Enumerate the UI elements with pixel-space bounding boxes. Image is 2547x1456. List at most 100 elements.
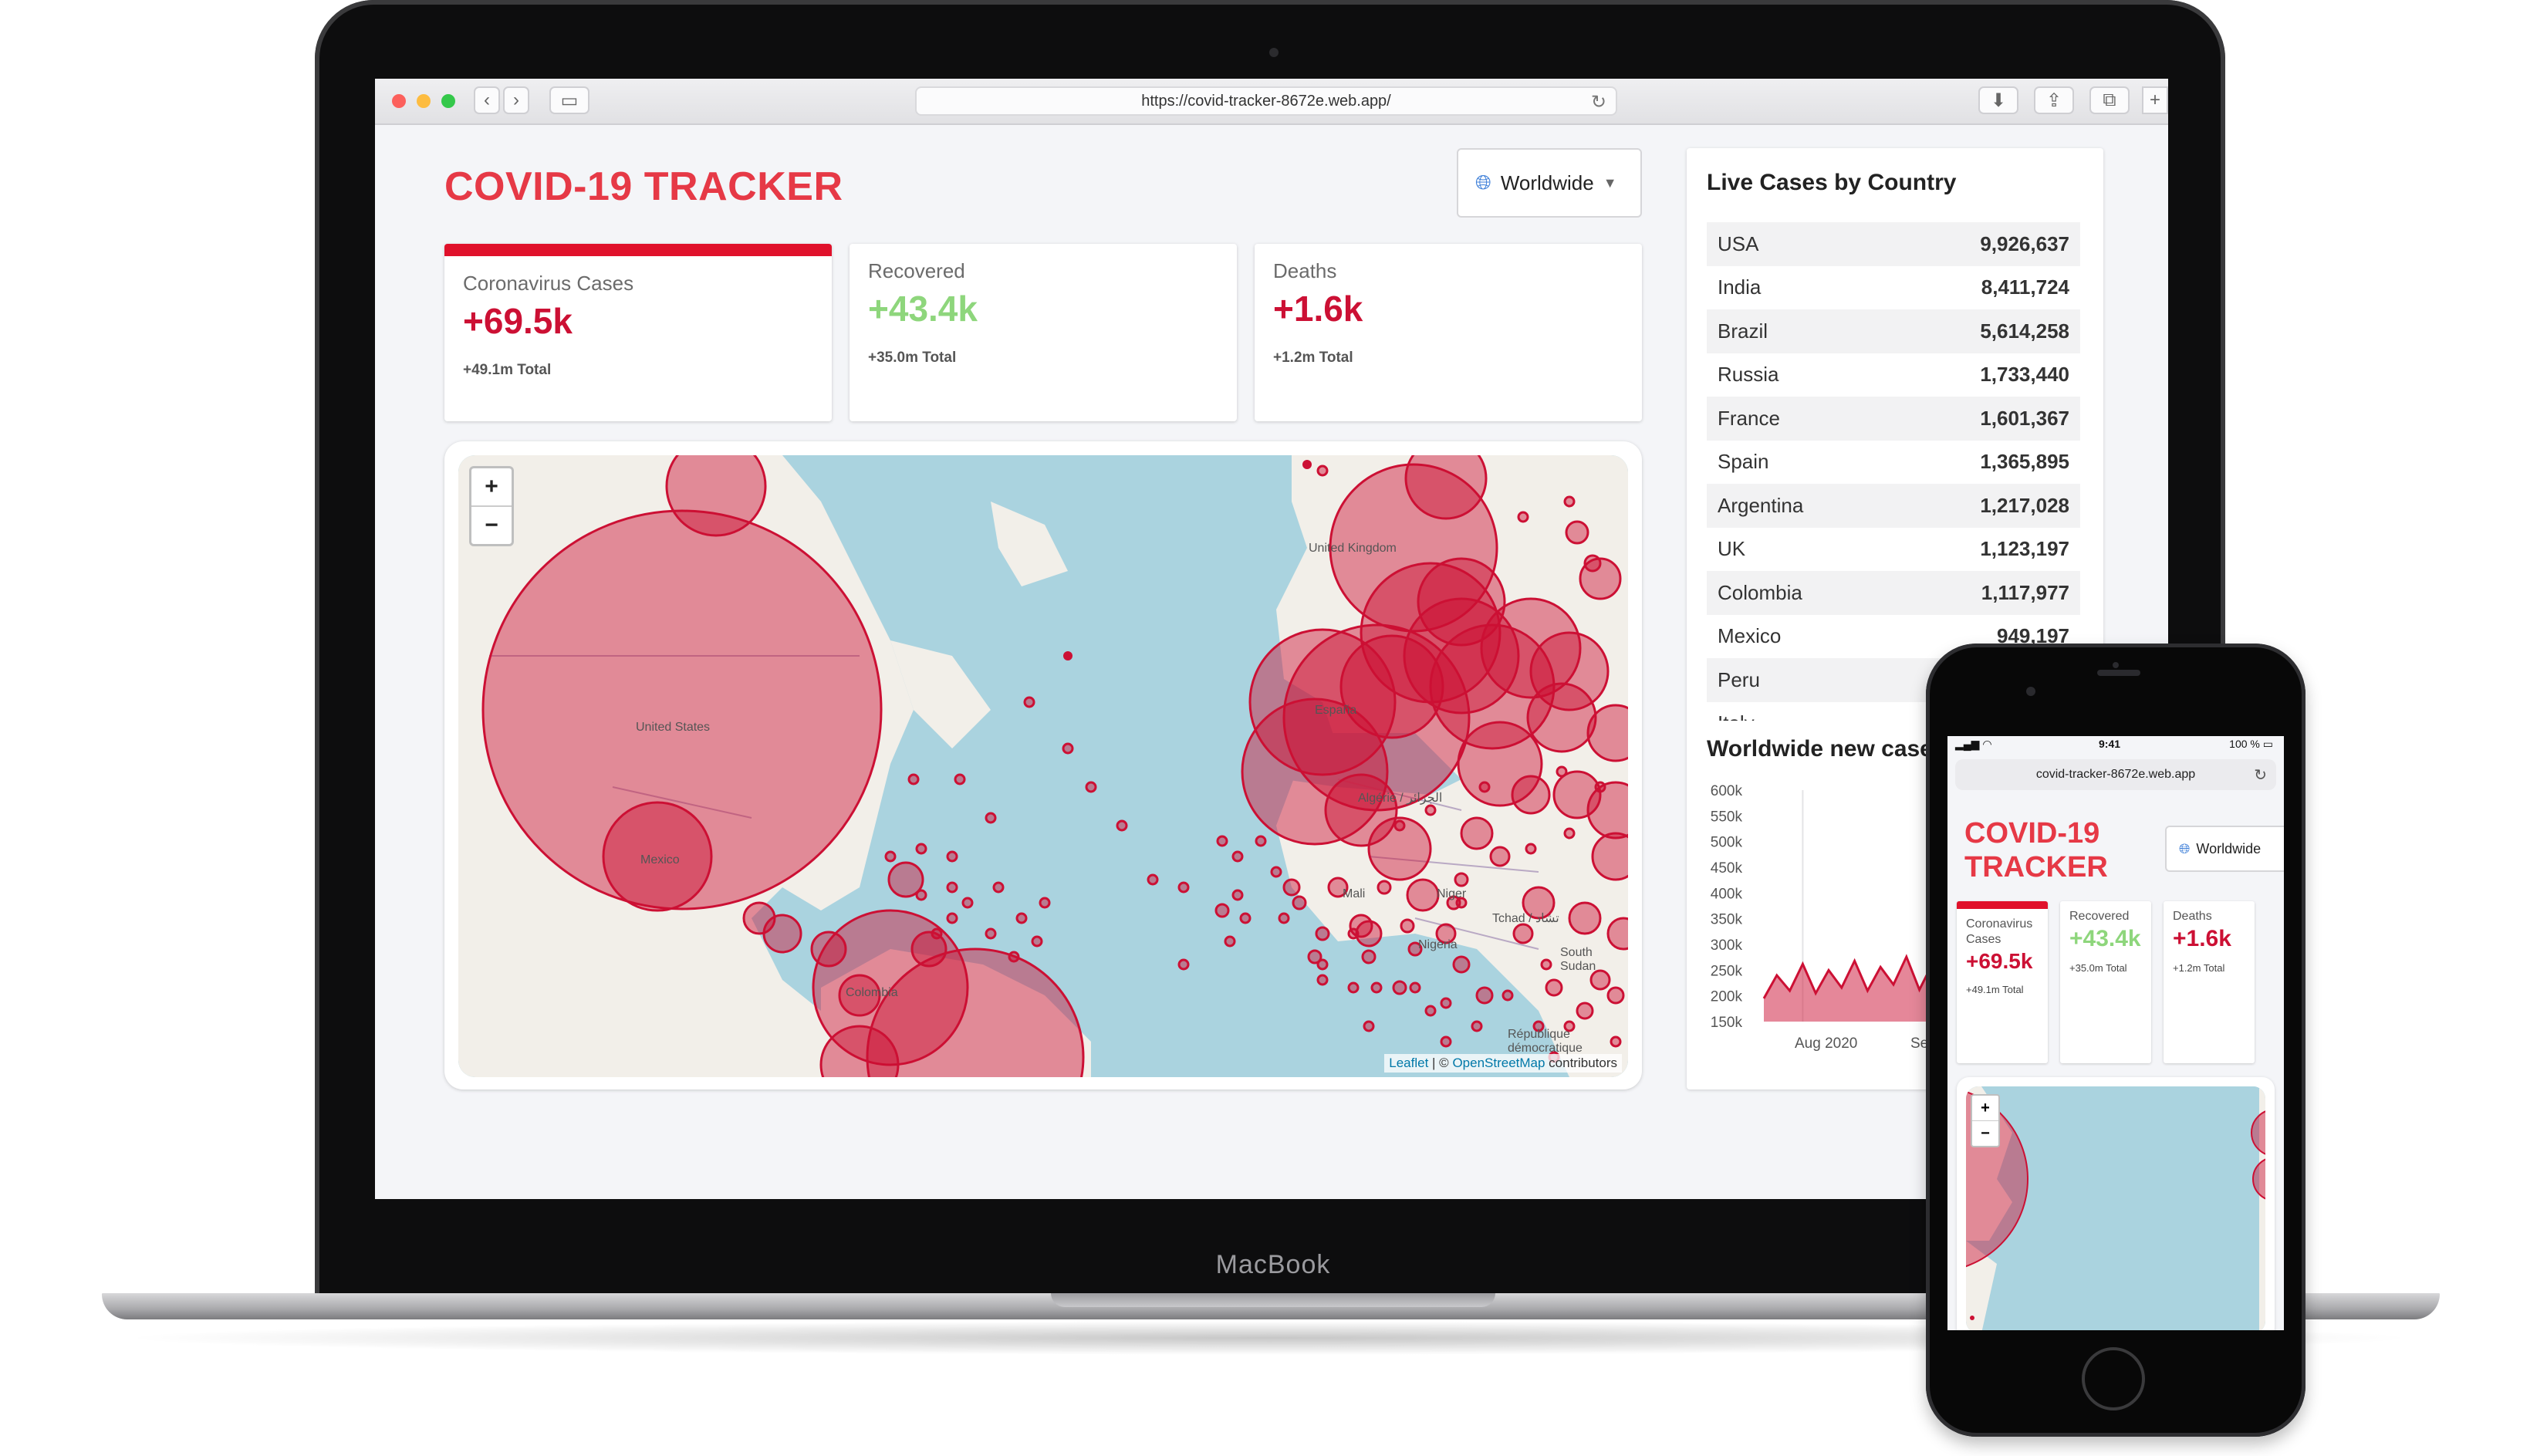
phone-time: 9:41 [2099,738,2121,750]
reload-icon[interactable]: ↻ [1591,91,1606,113]
battery-text: 100 % [2229,738,2260,750]
map-label: Nigeria [1418,938,1458,951]
y-tick-label: 450k [1711,860,1743,877]
stat-title: Recovered [2069,910,2130,923]
country-name: Argentina [1718,493,1804,517]
country-cases: 1,117,977 [1981,580,2069,604]
stat-card-cases[interactable]: Coronavirus Cases +69.5k +49.1m Total [444,244,832,421]
x-tick-label: Aug 2020 [1795,1035,1857,1052]
map-card: United States Mexico Colombia United Kin… [444,441,1642,1089]
y-tick-label: 400k [1711,886,1743,902]
table-row: Russia 1,733,440 [1707,353,2080,397]
minimize-window-icon[interactable] [417,94,431,108]
chevron-left-icon[interactable]: ‹ [474,86,500,114]
leaflet-link[interactable]: Leaflet [1389,1056,1428,1070]
stat-card-deaths[interactable]: Deaths +1.6k +1.2m Total [1255,244,1642,421]
y-tick-label: 250k [1711,963,1743,979]
laptop-notch [1051,1293,1495,1307]
y-tick-label: 550k [1711,809,1743,825]
stat-total: +1.2m Total [1273,350,1353,366]
country-name: France [1718,406,1780,430]
stat-value: +43.4k [2069,926,2141,951]
country-name: Spain [1718,450,1769,474]
phone-country-select[interactable]: 🌐︎ Worldwide [2165,826,2284,872]
stat-value: +1.6k [2173,926,2231,951]
phone-url: covid-tracker-8672e.web.app [2035,768,2196,781]
phone-status-bar: ▂▄▆ ◠ 9:41 100 % ▭ [1947,736,2284,753]
map-label: Algérie / الجزائر [1358,792,1443,805]
table-row: Brazil 5,614,258 [1707,309,2080,353]
zoom-in-button[interactable]: + [471,468,512,505]
reload-icon[interactable]: ↻ [2254,765,2267,785]
home-button[interactable] [2082,1347,2145,1410]
world-map[interactable]: United States Mexico Colombia United Kin… [458,455,1628,1077]
browser-toolbar: ‹ › ▭ https://covid-tracker-8672e.web.ap… [375,79,2168,125]
stat-value: +43.4k [868,289,978,329]
country-name: USA [1718,231,1759,255]
map-label: Niger [1437,887,1467,900]
stat-title: Deaths [1273,259,1337,282]
new-tab-icon[interactable]: + [2142,86,2168,114]
table-row: Spain 1,365,895 [1707,441,2080,485]
sidebar-icon[interactable]: ▭ [549,86,589,114]
zoom-out-button[interactable]: − [471,505,512,544]
laptop-brand-label: MacBook [1215,1250,1331,1279]
phone-stat-card-recovered[interactable]: Recovered +43.4k +35.0m Total [2060,901,2151,1063]
phone-app-title: COVID-19 TRACKER [1964,817,2108,883]
address-bar[interactable]: https://covid-tracker-8672e.web.app/ ↻ [915,86,1617,116]
stat-value: +69.5k [1966,949,2033,973]
globe-icon: 🌐︎ [2179,840,2191,856]
download-icon[interactable]: ⬇ [1978,86,2018,114]
phone-map-canvas [1966,1086,2265,1330]
chevron-right-icon[interactable]: › [503,86,529,114]
country-cases: 8,411,724 [1981,275,2069,299]
maximize-window-icon[interactable] [441,94,455,108]
phone-camera [2026,687,2035,696]
phone-speaker [2097,670,2140,676]
live-cases-title: Live Cases by Country [1707,170,1957,195]
phone-select-value: Worldwide [2196,840,2262,856]
stat-card-recovered[interactable]: Recovered +43.4k +35.0m Total [850,244,1237,421]
phone-address-bar[interactable]: covid-tracker-8672e.web.app ↻ [1955,759,2276,790]
map-label: United States [636,721,711,734]
openstreetmap-link[interactable]: OpenStreetMap [1452,1056,1545,1070]
stat-total: +1.2m Total [2173,962,2225,974]
share-icon[interactable]: ⇪ [2034,86,2074,114]
table-row: USA 9,926,637 [1707,222,2080,266]
stat-total: +49.1m Total [463,362,552,378]
laptop-screen: ‹ › ▭ https://covid-tracker-8672e.web.ap… [375,79,2168,1199]
table-row: Colombia 1,117,977 [1707,571,2080,615]
stat-total: +49.1m Total [1966,984,2024,995]
app-title: COVID-19 TRACKER [444,164,843,209]
phone-world-map[interactable]: + − [1966,1086,2265,1330]
country-cases: 1,217,028 [1980,493,2069,517]
chart-title: Worldwide new cases [1707,736,1946,762]
y-tick-label: 600k [1711,783,1743,799]
map-label: United Kingdom [1309,542,1397,555]
phone-stat-card-deaths[interactable]: Deaths +1.6k +1.2m Total [2164,901,2255,1063]
phone-sensor [2113,662,2119,668]
tabs-icon[interactable]: ⧉ [2089,86,2130,114]
map-label: South Sudan [1560,946,1596,973]
attribution-text: contributors [1545,1056,1617,1070]
phone-battery: 100 % ▭ [2229,738,2273,750]
zoom-out-button[interactable]: − [1972,1120,1998,1146]
phone-stat-card-cases[interactable]: Coronavirus Cases +69.5k +49.1m Total [1957,901,2048,1063]
close-window-icon[interactable] [392,94,406,108]
globe-icon: 🌐︎ [1475,171,1491,194]
map-label: République démocratique [1508,1028,1583,1055]
y-tick-label: 300k [1711,937,1743,954]
map-label: España [1315,704,1357,717]
zoom-in-button[interactable]: + [1972,1096,1998,1120]
map-attribution: Leaflet | © OpenStreetMap contributors [1384,1054,1622,1073]
country-cases: 9,926,637 [1980,231,2069,255]
stat-title: Recovered [868,259,965,282]
country-cases: 1,733,440 [1980,363,2069,387]
country-name: Mexico [1718,624,1782,648]
country-select[interactable]: 🌐︎ Worldwide ▼ [1457,148,1642,218]
phone-map-card: + − [1957,1077,2275,1330]
laptop-camera [1269,48,1279,57]
country-cases: 1,601,367 [1980,406,2069,430]
table-row: Argentina 1,217,028 [1707,484,2080,528]
caret-down-icon: ▼ [1603,174,1617,191]
